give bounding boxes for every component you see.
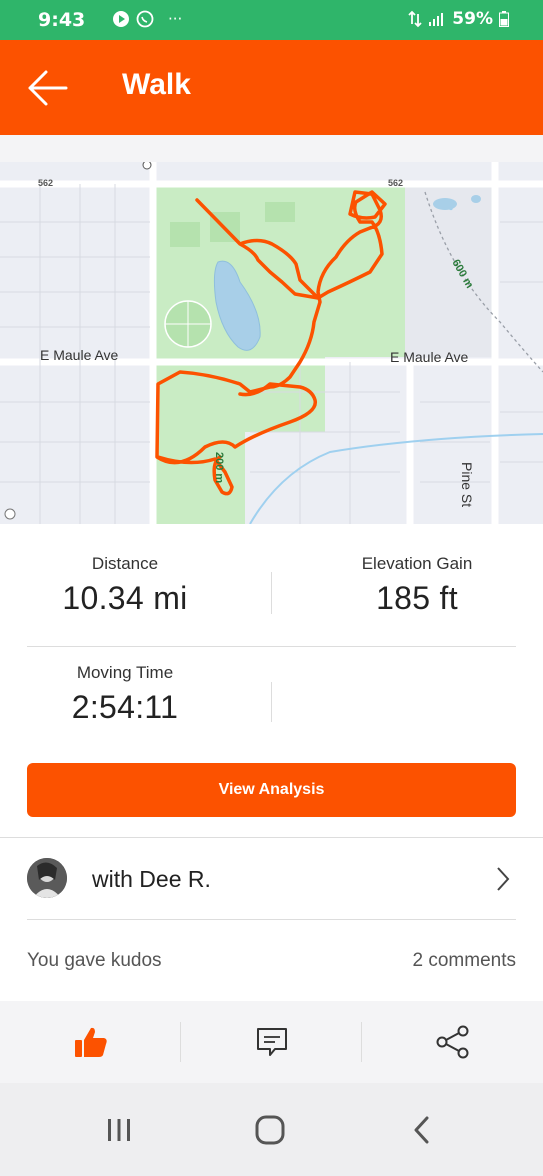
status-time: 9:43 (38, 9, 86, 31)
share-icon (436, 1025, 468, 1059)
stat-distance: Distance 10.34 mi (20, 554, 230, 617)
home-button[interactable] (240, 1105, 300, 1155)
share-button[interactable] (362, 1001, 543, 1083)
thumbs-up-icon (74, 1027, 107, 1057)
chevron-left-icon (414, 1116, 429, 1144)
group-activity-row[interactable]: with Dee R. (0, 838, 543, 920)
back-button[interactable] (26, 68, 68, 108)
pine-st-label: Pine St (459, 462, 475, 507)
stat-moving-time: Moving Time 2:54:11 (20, 663, 230, 726)
stat-divider (271, 682, 272, 722)
whatsapp-icon (136, 10, 154, 28)
more-notifications-icon: ··· (168, 10, 183, 28)
app-bar: Walk (0, 40, 543, 135)
status-bar: 9:43 ··· 59% (0, 0, 543, 40)
home-icon (255, 1115, 285, 1145)
notification-icons: ··· (112, 10, 182, 28)
chevron-right-icon (497, 867, 510, 891)
route-562-label-right: 562 (388, 178, 403, 188)
stat-divider (271, 572, 272, 614)
stat-distance-label: Distance (91, 554, 159, 573)
stat-elevation-value: 185 ft (376, 580, 458, 616)
recent-apps-button[interactable] (89, 1105, 149, 1155)
kudos-button[interactable] (0, 1001, 181, 1083)
stats-divider (27, 646, 516, 647)
system-navigation-bar (0, 1083, 543, 1176)
maule-ave-label-right: E Maule Ave (390, 349, 469, 365)
info-icon[interactable] (4, 508, 16, 520)
view-analysis-button[interactable]: View Analysis (27, 763, 516, 817)
recent-apps-icon (108, 1119, 130, 1141)
trail-label-200: 200 m (213, 452, 225, 483)
stat-moving-time-value: 2:54:11 (71, 689, 179, 725)
page-title: Walk (122, 68, 191, 101)
action-bar (0, 1001, 543, 1083)
route-562-label-left: 562 (38, 178, 53, 188)
with-athlete-label: with Dee R. (92, 866, 211, 892)
comment-icon (256, 1028, 287, 1056)
battery-percent: 59% (452, 9, 493, 29)
kudos-summary-link[interactable]: You gave kudos (27, 950, 162, 972)
stat-distance-value: 10.34 mi (62, 580, 188, 616)
stat-elevation: Elevation Gain 185 ft (312, 554, 522, 617)
stat-elevation-label: Elevation Gain (361, 554, 473, 573)
battery-icon (499, 11, 509, 27)
system-back-button[interactable] (392, 1105, 452, 1155)
comments-count-link[interactable]: 2 comments (413, 950, 516, 972)
comment-button[interactable] (181, 1001, 362, 1083)
stat-moving-time-label: Moving Time (76, 663, 174, 682)
signal-icon (429, 13, 444, 26)
route-map[interactable]: 562 562 E Maule Ave E Maule Ave Pine St … (0, 162, 543, 524)
maule-ave-label-left: E Maule Ave (40, 347, 119, 363)
avatar (27, 858, 67, 898)
social-summary-row: You gave kudos 2 comments (0, 920, 543, 1000)
play-icon (113, 11, 129, 27)
data-transfer-icon (408, 10, 422, 28)
arrow-left-icon (28, 70, 68, 106)
map-top-spacer (0, 135, 543, 163)
